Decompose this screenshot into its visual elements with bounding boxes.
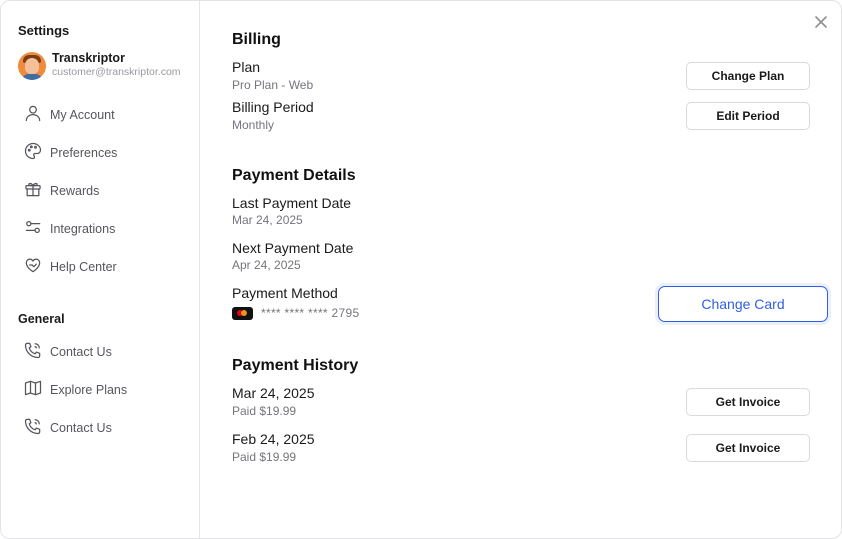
sidebar-item-label: Preferences bbox=[50, 146, 118, 160]
sidebar-item-contact-us[interactable]: Contact Us bbox=[23, 333, 127, 371]
payment-method-row: **** **** **** 2795 bbox=[232, 306, 359, 320]
close-button[interactable] bbox=[813, 14, 829, 30]
history-date: Feb 24, 2025 bbox=[232, 431, 315, 447]
sidebar-item-my-account[interactable]: My Account bbox=[23, 96, 117, 134]
history-date: Mar 24, 2025 bbox=[232, 385, 315, 401]
next-payment-label: Next Payment Date bbox=[232, 240, 354, 256]
sidebar-item-label: Rewards bbox=[50, 184, 100, 198]
next-payment-value: Apr 24, 2025 bbox=[232, 258, 301, 272]
history-amount: Paid $19.99 bbox=[232, 404, 297, 418]
get-invoice-button[interactable]: Get Invoice bbox=[686, 388, 810, 416]
history-amount: Paid $19.99 bbox=[232, 450, 297, 464]
phone-icon bbox=[23, 416, 43, 441]
settings-nav: My Account Preferences Rewards Integrati… bbox=[23, 96, 117, 286]
change-card-button[interactable]: Change Card bbox=[658, 286, 828, 322]
last-payment-value: Mar 24, 2025 bbox=[232, 213, 303, 227]
change-plan-button[interactable]: Change Plan bbox=[686, 62, 810, 90]
billing-period-value: Monthly bbox=[232, 118, 275, 132]
sidebar-item-rewards[interactable]: Rewards bbox=[23, 172, 117, 210]
profile-email: customer@transkriptor.com bbox=[52, 66, 181, 78]
edit-period-button[interactable]: Edit Period bbox=[686, 102, 810, 130]
sliders-icon bbox=[23, 217, 43, 242]
user-icon bbox=[23, 103, 43, 128]
sidebar-item-integrations[interactable]: Integrations bbox=[23, 210, 117, 248]
sidebar-item-explore-plans[interactable]: Explore Plans bbox=[23, 371, 127, 409]
general-nav: Contact Us Explore Plans Contact Us bbox=[23, 333, 127, 447]
payment-method-label: Payment Method bbox=[232, 285, 338, 301]
gift-icon bbox=[23, 179, 43, 204]
sidebar-item-label: Integrations bbox=[50, 222, 116, 236]
profile-name: Transkriptor bbox=[52, 51, 125, 65]
sidebar-item-label: My Account bbox=[50, 108, 115, 122]
palette-icon bbox=[23, 141, 43, 166]
avatar bbox=[18, 51, 46, 80]
sidebar-item-label: Help Center bbox=[50, 260, 117, 274]
profile-card: Transkriptor customer@transkriptor.com bbox=[18, 51, 181, 80]
payment-details-title: Payment Details bbox=[232, 167, 356, 184]
settings-window: Settings Transkriptor customer@transkrip… bbox=[0, 0, 842, 539]
sidebar-title: Settings bbox=[18, 23, 70, 38]
plan-label: Plan bbox=[232, 59, 261, 75]
sidebar-item-preferences[interactable]: Preferences bbox=[23, 134, 117, 172]
payment-history-title: Payment History bbox=[232, 357, 359, 374]
sidebar-item-contact-us-2[interactable]: Contact Us bbox=[23, 409, 127, 447]
get-invoice-button[interactable]: Get Invoice bbox=[686, 434, 810, 462]
phone-icon bbox=[23, 340, 43, 365]
settings-sidebar: Settings Transkriptor customer@transkrip… bbox=[1, 1, 200, 538]
sidebar-item-help-center[interactable]: Help Center bbox=[23, 248, 117, 286]
map-icon bbox=[23, 378, 43, 403]
mastercard-icon bbox=[232, 306, 253, 320]
close-icon bbox=[813, 16, 829, 34]
billing-period-label: Billing Period bbox=[232, 99, 314, 115]
general-group-title: General bbox=[18, 312, 65, 326]
billing-title: Billing bbox=[232, 31, 281, 48]
card-number: **** **** **** 2795 bbox=[261, 306, 360, 320]
sidebar-item-label: Contact Us bbox=[50, 345, 112, 359]
billing-panel: Billing Plan Pro Plan - Web Change Plan … bbox=[201, 1, 841, 538]
last-payment-label: Last Payment Date bbox=[232, 195, 352, 211]
plan-value: Pro Plan - Web bbox=[232, 78, 314, 92]
sidebar-item-label: Explore Plans bbox=[50, 383, 128, 397]
heart-hand-icon bbox=[23, 255, 43, 280]
sidebar-item-label: Contact Us bbox=[50, 421, 112, 435]
